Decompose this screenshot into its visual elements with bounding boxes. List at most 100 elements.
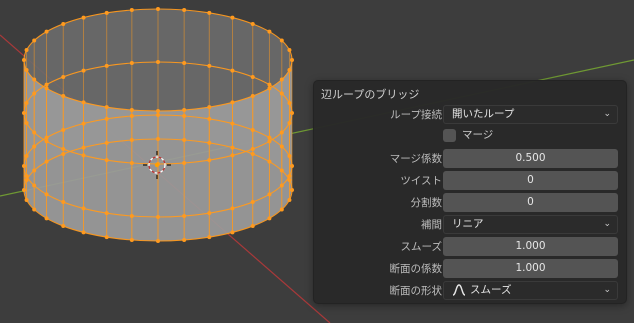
mesh-vertex <box>129 214 134 219</box>
profile-factor-row: 断面の係数 1.000 <box>314 259 626 279</box>
mesh-vertex <box>61 74 66 79</box>
twist-field[interactable]: 0 <box>443 171 618 190</box>
mesh-vertex <box>22 58 26 62</box>
mesh-vertex <box>104 10 109 15</box>
cuts-row: 分割数 0 <box>314 193 626 213</box>
mesh-vertex <box>156 137 160 141</box>
interpolation-row: 補間 リニア ⌄ <box>314 215 626 235</box>
mesh-vertex <box>44 82 49 87</box>
profile-shape-value: スムーズ <box>470 284 512 296</box>
mesh-vertex <box>81 145 86 150</box>
mesh-vertex <box>61 21 66 26</box>
mesh-vertex <box>81 206 86 211</box>
mesh-vertex <box>287 197 292 202</box>
mesh-vertex <box>24 48 29 53</box>
mesh-vertex <box>22 164 26 168</box>
interpolation-label: 補間 <box>421 219 442 231</box>
profile-factor-label: 断面の係数 <box>389 263 443 275</box>
mesh-vertex <box>81 68 86 73</box>
mesh-vertex <box>279 183 284 188</box>
mesh-vertex <box>22 188 26 192</box>
mesh-vertex <box>287 101 292 106</box>
mesh-vertex <box>207 63 212 68</box>
profile-factor-field[interactable]: 1.000 <box>443 259 618 278</box>
mesh-vertex <box>81 15 86 20</box>
smoothness-field[interactable]: 1.000 <box>443 237 618 256</box>
mesh-vertex <box>207 140 212 145</box>
mesh-vertex <box>250 224 255 229</box>
mesh-vertex <box>61 127 66 132</box>
mesh-vertex <box>207 235 212 240</box>
mesh-vertex <box>267 159 272 164</box>
cylinder-mesh <box>22 7 294 243</box>
mesh-vertex <box>290 164 294 168</box>
mesh-vertex <box>156 113 160 117</box>
mesh-vertex <box>267 192 272 197</box>
mesh-vertex <box>156 7 160 11</box>
mesh-vertex <box>44 29 49 34</box>
merge-label[interactable]: マージ <box>462 128 493 143</box>
mesh-vertex <box>230 121 235 126</box>
mesh-vertex <box>250 127 255 132</box>
bridge-edge-loops-panel[interactable]: 辺ループのブリッジ ループ接続 開いたループ ⌄ マージ マージ係数 0.500… <box>313 80 627 304</box>
mesh-vertex <box>279 38 284 43</box>
chevron-down-icon: ⌄ <box>603 285 611 295</box>
mesh-vertex <box>182 161 187 166</box>
mesh-vertex <box>230 68 235 73</box>
mesh-vertex <box>32 91 37 96</box>
mesh-vertex <box>250 151 255 156</box>
mesh-vertex <box>44 216 49 221</box>
mesh-vertex <box>81 153 86 158</box>
cuts-field[interactable]: 0 <box>443 193 618 212</box>
mesh-vertex <box>32 38 37 43</box>
profile-shape-row: 断面の形状 スムーズ ⌄ <box>314 281 626 301</box>
profile-shape-label: 断面の形状 <box>389 285 443 297</box>
mesh-vertex <box>279 144 284 149</box>
mesh-vertex <box>156 60 160 64</box>
mesh-vertex <box>182 238 187 243</box>
merge-factor-field[interactable]: 0.500 <box>443 149 618 168</box>
panel-title[interactable]: 辺ループのブリッジ <box>321 86 419 102</box>
mesh-vertex <box>230 153 235 158</box>
mesh-vertex <box>287 154 292 159</box>
chevron-down-icon: ⌄ <box>603 219 611 229</box>
mesh-vertex <box>24 154 29 159</box>
twist-label: ツイスト <box>400 175 442 187</box>
merge-row: マージ <box>314 127 626 147</box>
loop-connection-row: ループ接続 開いたループ ⌄ <box>314 105 626 125</box>
mesh-vertex <box>32 144 37 149</box>
interpolation-dropdown[interactable]: リニア ⌄ <box>443 215 618 234</box>
mesh-vertex <box>129 137 134 142</box>
mesh-vertex <box>290 111 294 115</box>
mesh-vertex <box>250 200 255 205</box>
mesh-vertex <box>182 7 187 12</box>
mesh-vertex <box>279 91 284 96</box>
mesh-vertex <box>32 207 37 212</box>
loop-connection-dropdown[interactable]: 開いたループ ⌄ <box>443 105 618 124</box>
mesh-vertex <box>182 113 187 118</box>
interpolation-value: リニア <box>452 218 484 230</box>
mesh-vertex <box>230 15 235 20</box>
mesh-vertex <box>24 197 29 202</box>
mesh-vertex <box>230 145 235 150</box>
mesh-vertex <box>279 207 284 212</box>
mesh-vertex <box>129 238 134 243</box>
mesh-vertex <box>156 215 160 219</box>
mesh-vertex <box>129 7 134 12</box>
mesh-vertex <box>267 29 272 34</box>
mesh-vertex <box>230 206 235 211</box>
mesh-vertex <box>81 121 86 126</box>
profile-shape-dropdown[interactable]: スムーズ ⌄ <box>443 281 618 300</box>
mesh-vertex <box>24 101 29 106</box>
mesh-vertex <box>182 214 187 219</box>
mesh-vertex <box>279 168 284 173</box>
mesh-vertex <box>44 135 49 140</box>
mesh-vertex <box>22 111 26 115</box>
mesh-vertex <box>182 137 187 142</box>
mesh-vertex <box>267 135 272 140</box>
mesh-vertex <box>207 158 212 163</box>
mesh-vertex <box>250 74 255 79</box>
mesh-vertex <box>287 178 292 183</box>
mesh-vertex <box>290 58 294 62</box>
merge-checkbox[interactable] <box>443 129 456 142</box>
